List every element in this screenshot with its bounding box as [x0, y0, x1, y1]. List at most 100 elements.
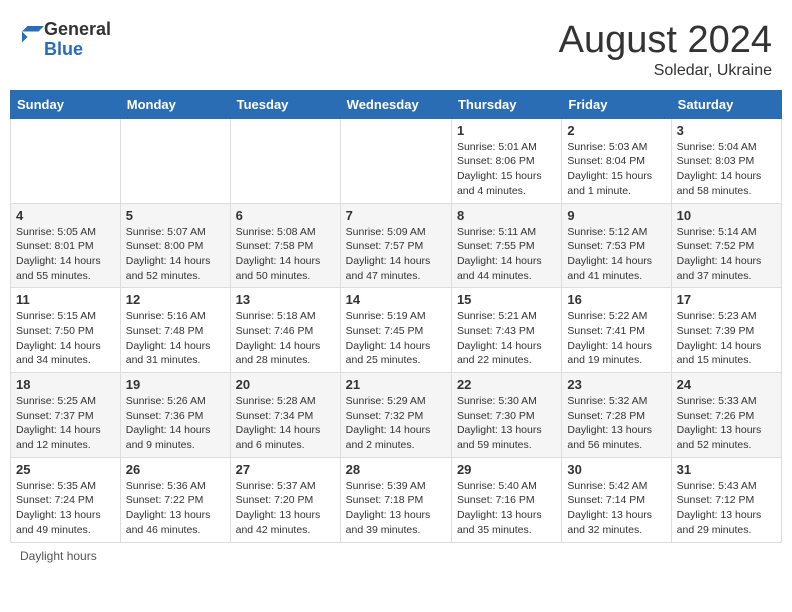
calendar-cell: 12 Sunrise: 5:16 AM Sunset: 7:48 PM Dayli…	[120, 288, 230, 373]
day-info: Sunrise: 5:08 AM Sunset: 7:58 PM Dayligh…	[236, 225, 335, 284]
day-number: 1	[457, 123, 556, 138]
calendar-cell: 6 Sunrise: 5:08 AM Sunset: 7:58 PM Daylig…	[230, 203, 340, 288]
weekday-header-wednesday: Wednesday	[340, 90, 451, 118]
day-number: 17	[677, 292, 776, 307]
day-info: Sunrise: 5:09 AM Sunset: 7:57 PM Dayligh…	[346, 225, 446, 284]
day-number: 5	[126, 208, 225, 223]
calendar-cell: 28Sunrise: 5:39 AM Sunset: 7:18 PM Dayli…	[340, 457, 451, 542]
day-info: Sunrise: 5:35 AM Sunset: 7:24 PM Dayligh…	[16, 479, 115, 538]
day-info: Sunrise: 5:23 AM Sunset: 7:39 PM Dayligh…	[677, 309, 776, 368]
calendar-cell: 8Sunrise: 5:11 AM Sunset: 7:55 PM Daylig…	[451, 203, 561, 288]
weekday-header-friday: Friday	[562, 90, 671, 118]
day-number: 2	[567, 123, 665, 138]
day-number: 13	[236, 292, 335, 307]
calendar-cell: 4Sunrise: 5:05 AM Sunset: 8:01 PM Daylig…	[11, 203, 121, 288]
day-number: 14	[346, 292, 446, 307]
day-info: Sunrise: 5:30 AM Sunset: 7:30 PM Dayligh…	[457, 394, 556, 453]
calendar-cell	[120, 118, 230, 203]
day-number: 7	[346, 208, 446, 223]
calendar-cell: 5 Sunrise: 5:07 AM Sunset: 8:00 PM Daylig…	[120, 203, 230, 288]
header: General Blue August 2024 Soledar, Ukrain…	[10, 10, 782, 85]
calendar-cell: 27 Sunrise: 5:37 AM Sunset: 7:20 PM Dayli…	[230, 457, 340, 542]
day-number: 19	[126, 377, 225, 392]
calendar: SundayMondayTuesdayWednesdayThursdayFrid…	[10, 90, 782, 543]
day-info: Sunrise: 5:04 AM Sunset: 8:03 PM Dayligh…	[677, 140, 776, 199]
footer-area: Daylight hours	[10, 549, 782, 563]
month-title: August 2024	[559, 20, 772, 62]
calendar-cell: 10 Sunrise: 5:14 AM Sunset: 7:52 PM Dayli…	[671, 203, 781, 288]
calendar-cell: 16 Sunrise: 5:22 AM Sunset: 7:41 PM Dayli…	[562, 288, 671, 373]
day-number: 12	[126, 292, 225, 307]
calendar-cell	[11, 118, 121, 203]
calendar-cell: 13 Sunrise: 5:18 AM Sunset: 7:46 PM Dayli…	[230, 288, 340, 373]
day-number: 16	[567, 292, 665, 307]
day-number: 11	[16, 292, 115, 307]
day-info: Sunrise: 5:22 AM Sunset: 7:41 PM Dayligh…	[567, 309, 665, 368]
day-number: 30	[567, 462, 665, 477]
day-info: Sunrise: 5:29 AM Sunset: 7:32 PM Dayligh…	[346, 394, 446, 453]
calendar-cell: 1 Sunrise: 5:01 AM Sunset: 8:06 PM Daylig…	[451, 118, 561, 203]
week-row-5: 25Sunrise: 5:35 AM Sunset: 7:24 PM Dayli…	[11, 457, 782, 542]
calendar-cell: 31Sunrise: 5:43 AM Sunset: 7:12 PM Dayli…	[671, 457, 781, 542]
calendar-cell: 30 Sunrise: 5:42 AM Sunset: 7:14 PM Dayli…	[562, 457, 671, 542]
day-info: Sunrise: 5:03 AM Sunset: 8:04 PM Dayligh…	[567, 140, 665, 199]
calendar-cell: 14Sunrise: 5:19 AM Sunset: 7:45 PM Dayli…	[340, 288, 451, 373]
day-info: Sunrise: 5:40 AM Sunset: 7:16 PM Dayligh…	[457, 479, 556, 538]
day-number: 4	[16, 208, 115, 223]
calendar-cell: 9 Sunrise: 5:12 AM Sunset: 7:53 PM Daylig…	[562, 203, 671, 288]
logo: General Blue	[20, 20, 111, 60]
weekday-header-thursday: Thursday	[451, 90, 561, 118]
calendar-cell	[230, 118, 340, 203]
calendar-cell: 3Sunrise: 5:04 AM Sunset: 8:03 PM Daylig…	[671, 118, 781, 203]
day-info: Sunrise: 5:39 AM Sunset: 7:18 PM Dayligh…	[346, 479, 446, 538]
day-info: Sunrise: 5:33 AM Sunset: 7:26 PM Dayligh…	[677, 394, 776, 453]
calendar-cell: 23Sunrise: 5:32 AM Sunset: 7:28 PM Dayli…	[562, 373, 671, 458]
logo-blue-text: Blue	[44, 40, 111, 60]
day-number: 24	[677, 377, 776, 392]
day-number: 29	[457, 462, 556, 477]
day-info: Sunrise: 5:12 AM Sunset: 7:53 PM Dayligh…	[567, 225, 665, 284]
weekday-header-sunday: Sunday	[11, 90, 121, 118]
calendar-cell: 19 Sunrise: 5:26 AM Sunset: 7:36 PM Dayli…	[120, 373, 230, 458]
day-info: Sunrise: 5:15 AM Sunset: 7:50 PM Dayligh…	[16, 309, 115, 368]
day-number: 22	[457, 377, 556, 392]
day-info: Sunrise: 5:14 AM Sunset: 7:52 PM Dayligh…	[677, 225, 776, 284]
day-number: 27	[236, 462, 335, 477]
calendar-cell: 26 Sunrise: 5:36 AM Sunset: 7:22 PM Dayli…	[120, 457, 230, 542]
day-number: 9	[567, 208, 665, 223]
calendar-cell: 15 Sunrise: 5:21 AM Sunset: 7:43 PM Dayli…	[451, 288, 561, 373]
day-number: 6	[236, 208, 335, 223]
daylight-hours-label: Daylight hours	[20, 549, 97, 563]
calendar-cell: 18Sunrise: 5:25 AM Sunset: 7:37 PM Dayli…	[11, 373, 121, 458]
day-info: Sunrise: 5:11 AM Sunset: 7:55 PM Dayligh…	[457, 225, 556, 284]
day-info: Sunrise: 5:26 AM Sunset: 7:36 PM Dayligh…	[126, 394, 225, 453]
day-info: Sunrise: 5:32 AM Sunset: 7:28 PM Dayligh…	[567, 394, 665, 453]
day-number: 10	[677, 208, 776, 223]
day-info: Sunrise: 5:36 AM Sunset: 7:22 PM Dayligh…	[126, 479, 225, 538]
calendar-cell: 11 Sunrise: 5:15 AM Sunset: 7:50 PM Dayli…	[11, 288, 121, 373]
day-info: Sunrise: 5:25 AM Sunset: 7:37 PM Dayligh…	[16, 394, 115, 453]
day-info: Sunrise: 5:28 AM Sunset: 7:34 PM Dayligh…	[236, 394, 335, 453]
day-info: Sunrise: 5:07 AM Sunset: 8:00 PM Dayligh…	[126, 225, 225, 284]
weekday-header-row: SundayMondayTuesdayWednesdayThursdayFrid…	[11, 90, 782, 118]
title-area: August 2024 Soledar, Ukraine	[559, 20, 772, 80]
day-number: 26	[126, 462, 225, 477]
week-row-4: 18Sunrise: 5:25 AM Sunset: 7:37 PM Dayli…	[11, 373, 782, 458]
day-info: Sunrise: 5:37 AM Sunset: 7:20 PM Dayligh…	[236, 479, 335, 538]
calendar-cell	[340, 118, 451, 203]
day-info: Sunrise: 5:21 AM Sunset: 7:43 PM Dayligh…	[457, 309, 556, 368]
calendar-cell: 17 Sunrise: 5:23 AM Sunset: 7:39 PM Dayli…	[671, 288, 781, 373]
day-info: Sunrise: 5:01 AM Sunset: 8:06 PM Dayligh…	[457, 140, 556, 199]
calendar-cell: 2 Sunrise: 5:03 AM Sunset: 8:04 PM Daylig…	[562, 118, 671, 203]
day-info: Sunrise: 5:18 AM Sunset: 7:46 PM Dayligh…	[236, 309, 335, 368]
calendar-cell: 25Sunrise: 5:35 AM Sunset: 7:24 PM Dayli…	[11, 457, 121, 542]
day-number: 15	[457, 292, 556, 307]
calendar-cell: 24 Sunrise: 5:33 AM Sunset: 7:26 PM Dayli…	[671, 373, 781, 458]
day-info: Sunrise: 5:42 AM Sunset: 7:14 PM Dayligh…	[567, 479, 665, 538]
week-row-3: 11 Sunrise: 5:15 AM Sunset: 7:50 PM Dayli…	[11, 288, 782, 373]
weekday-header-tuesday: Tuesday	[230, 90, 340, 118]
day-number: 20	[236, 377, 335, 392]
calendar-cell: 21Sunrise: 5:29 AM Sunset: 7:32 PM Dayli…	[340, 373, 451, 458]
day-info: Sunrise: 5:16 AM Sunset: 7:48 PM Dayligh…	[126, 309, 225, 368]
weekday-header-monday: Monday	[120, 90, 230, 118]
